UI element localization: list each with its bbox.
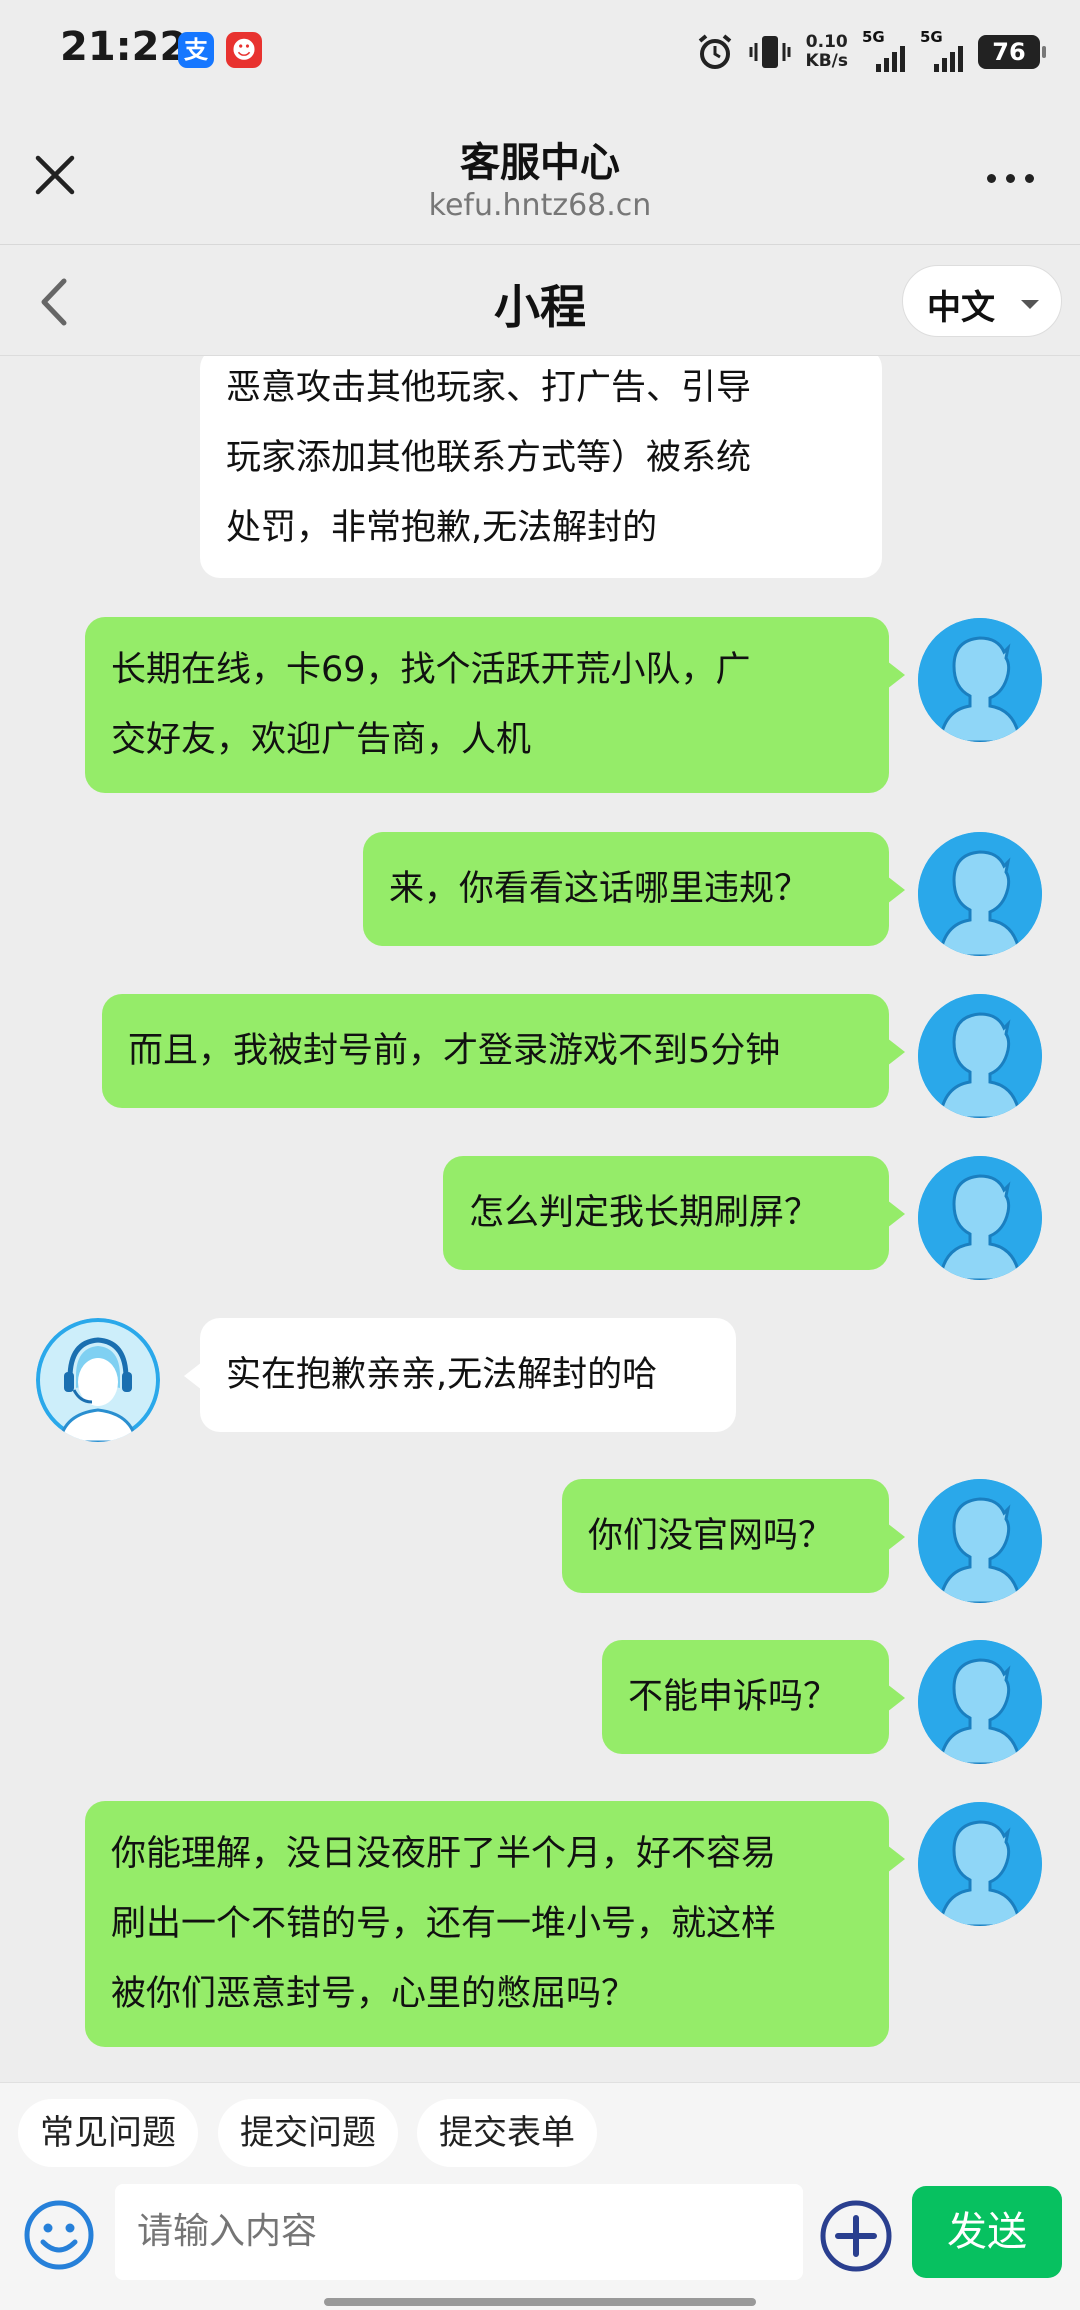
web-header: 客服中心 kefu.hntz68.cn	[0, 100, 1080, 245]
chat-header: 小程 中文	[0, 245, 1080, 356]
signal-icon-2: 5G	[920, 28, 964, 72]
user-avatar	[918, 1802, 1042, 1926]
agent-message: 实在抱歉亲亲,无法解封的哈	[184, 1318, 736, 1432]
page-url: kefu.hntz68.cn	[428, 188, 652, 223]
quick-reply-faq[interactable]: 常见问题	[18, 2099, 198, 2167]
agent-message: 恶意攻击其他玩家、打广告、引导 玩家添加其他联系方式等）被系统 处罚，非常抱歉,…	[200, 356, 882, 578]
app-notification-icon: ☻	[226, 32, 262, 68]
quick-reply-submit-question[interactable]: 提交问题	[218, 2099, 398, 2167]
alarm-icon	[698, 34, 731, 69]
vibrate-icon	[749, 36, 791, 68]
user-message: 来，你看看这话哪里违规？	[363, 832, 905, 946]
language-label: 中文	[927, 288, 995, 328]
user-message: 而且，我被封号前，才登录游戏不到5分钟	[102, 994, 905, 1108]
quick-replies: 常见问题 提交问题 提交表单	[0, 2082, 1080, 2183]
user-message: 你能理解，没日没夜肝了半个月，好不容易 刷出一个不错的号，还有一堆小号，就这样 …	[85, 1801, 905, 2047]
quick-reply-submit-form[interactable]: 提交表单	[417, 2099, 597, 2167]
user-message: 你们没官网吗？	[562, 1479, 905, 1593]
user-message: 怎么判定我长期刷屏？	[443, 1156, 905, 1270]
user-message: 不能申诉吗？	[602, 1640, 905, 1754]
send-button[interactable]: 发送	[912, 2186, 1062, 2278]
more-options-icon[interactable]	[987, 174, 1034, 183]
page-title: 客服中心	[460, 140, 620, 186]
user-avatar	[918, 1156, 1042, 1280]
home-indicator[interactable]	[324, 2298, 756, 2306]
agent-avatar	[36, 1318, 160, 1442]
message-input[interactable]	[115, 2184, 803, 2280]
user-avatar	[918, 994, 1042, 1118]
language-selector[interactable]: 中文	[902, 265, 1062, 337]
user-avatar	[918, 1640, 1042, 1764]
plus-icon[interactable]	[818, 2198, 894, 2274]
status-time: 21:22	[60, 24, 188, 70]
alipay-notification-icon: 支	[178, 32, 214, 68]
signal-icon: 5G	[862, 28, 906, 72]
user-avatar	[918, 832, 1042, 956]
status-bar: 21:22 支 ☻ 0.10 KB/s 5G 5G 76	[0, 0, 1080, 100]
battery-icon: 76	[978, 35, 1046, 69]
net-speed: 0.10 KB/s	[805, 32, 848, 71]
user-avatar	[918, 1479, 1042, 1603]
chevron-down-icon	[1021, 300, 1039, 309]
message-list[interactable]: 恶意攻击其他玩家、打广告、引导 玩家添加其他联系方式等）被系统 处罚，非常抱歉,…	[0, 356, 1080, 2080]
emoji-icon[interactable]	[22, 2198, 96, 2272]
user-avatar	[918, 618, 1042, 742]
input-bar: 发送	[0, 2182, 1080, 2310]
user-message: 长期在线，卡69，找个活跃开荒小队，广 交好友，欢迎广告商，人机	[85, 617, 905, 793]
